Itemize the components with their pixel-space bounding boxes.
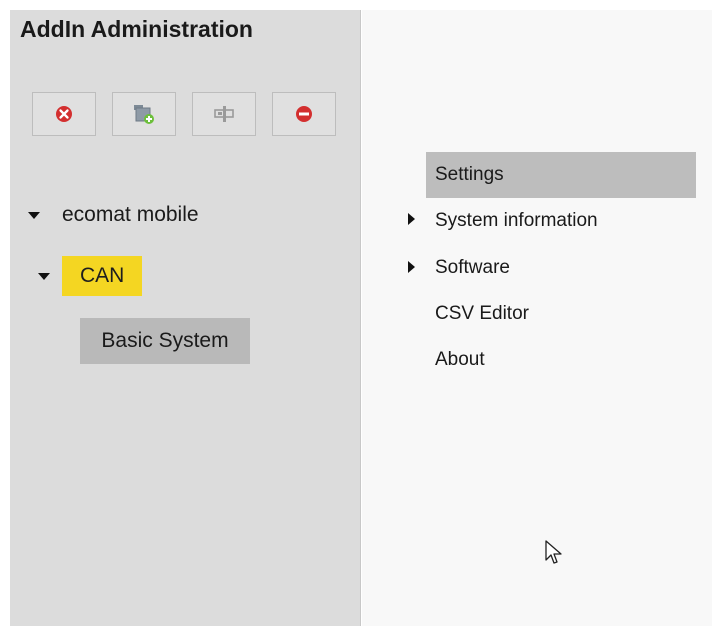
menu-item-label: CSV Editor xyxy=(435,303,529,324)
menu-item-label: System information xyxy=(435,210,598,231)
tree-item-label: ecomat mobile xyxy=(62,203,199,226)
menu-item-csv-editor[interactable]: CSV Editor xyxy=(426,291,696,337)
close-circle-icon xyxy=(56,106,72,122)
settings-icon xyxy=(214,106,234,122)
page-title: AddIn Administration xyxy=(20,16,253,42)
tree-item-can[interactable]: CAN xyxy=(38,256,143,296)
tree-item-basic-system[interactable]: Basic System xyxy=(80,318,250,364)
mouse-cursor-icon xyxy=(545,540,563,571)
remove-icon xyxy=(296,106,312,122)
add-folder-button[interactable] xyxy=(112,92,176,136)
tree-item-ecomat-mobile[interactable]: ecomat mobile xyxy=(28,203,199,227)
expand-arrow-right-icon[interactable] xyxy=(408,261,415,273)
tree-item-label: CAN xyxy=(62,256,143,296)
expand-arrow-icon[interactable] xyxy=(28,211,40,219)
remove-button[interactable] xyxy=(272,92,336,136)
menu-item-software[interactable]: Software xyxy=(426,245,696,291)
menu-item-settings[interactable]: Settings xyxy=(426,152,696,198)
menu-item-label: Settings xyxy=(435,164,504,185)
close-button[interactable] xyxy=(32,92,96,136)
menu-item-about[interactable]: About xyxy=(426,337,696,383)
menu-item-system-information[interactable]: System information xyxy=(426,198,696,244)
menu-item-label: About xyxy=(435,349,485,370)
settings-button[interactable] xyxy=(192,92,256,136)
menu-item-label: Software xyxy=(435,257,510,278)
expand-arrow-right-icon[interactable] xyxy=(408,213,415,225)
expand-arrow-icon[interactable] xyxy=(38,272,50,280)
add-folder-icon xyxy=(134,105,154,124)
